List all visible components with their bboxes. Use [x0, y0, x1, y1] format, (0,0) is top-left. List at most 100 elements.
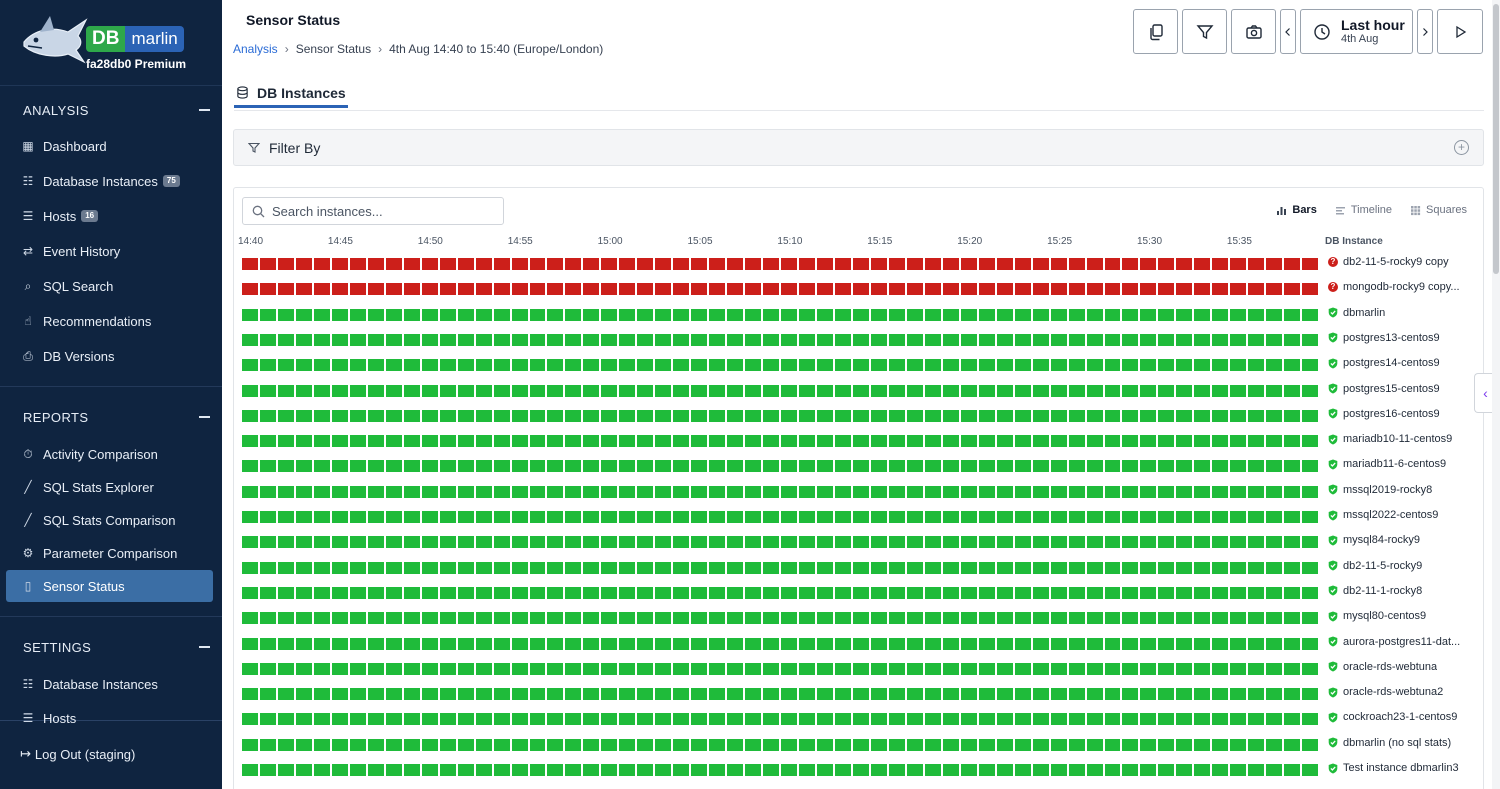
status-cell[interactable]: [277, 333, 294, 346]
status-cell[interactable]: [313, 308, 330, 321]
status-cell[interactable]: [763, 637, 780, 650]
status-cell[interactable]: [403, 713, 420, 726]
status-cell[interactable]: [385, 308, 402, 321]
status-cell[interactable]: [1104, 637, 1121, 650]
status-cell[interactable]: [475, 435, 492, 448]
status-cell[interactable]: [313, 561, 330, 574]
status-cell[interactable]: [457, 561, 474, 574]
status-cell[interactable]: [619, 409, 636, 422]
status-cell[interactable]: [1140, 764, 1157, 776]
status-cell[interactable]: [619, 359, 636, 372]
status-cell[interactable]: [277, 283, 294, 296]
status-cell[interactable]: [475, 612, 492, 625]
status-cell[interactable]: [709, 485, 726, 498]
status-cell[interactable]: [870, 485, 887, 498]
status-cell[interactable]: [870, 333, 887, 346]
status-cell[interactable]: [924, 713, 941, 726]
status-cell[interactable]: [277, 359, 294, 372]
status-cell[interactable]: [834, 662, 851, 675]
status-cell[interactable]: [547, 586, 564, 599]
status-cell[interactable]: [727, 738, 744, 751]
status-cell[interactable]: [1230, 511, 1247, 523]
status-cell[interactable]: [242, 764, 258, 776]
status-cell[interactable]: [1104, 688, 1121, 701]
status-cell[interactable]: [1140, 536, 1157, 549]
status-cell[interactable]: [637, 460, 654, 473]
status-cell[interactable]: [1014, 738, 1031, 751]
status-cell[interactable]: [1266, 688, 1283, 701]
view-bars-button[interactable]: Bars: [1276, 204, 1317, 216]
status-cell[interactable]: [367, 435, 384, 448]
status-cell[interactable]: [906, 738, 923, 751]
status-cell[interactable]: [870, 713, 887, 726]
sidebar-item-analysis-3[interactable]: ⇄ Event History: [6, 235, 213, 267]
status-cell[interactable]: [942, 662, 959, 675]
status-cell[interactable]: [727, 333, 744, 346]
status-cell[interactable]: [978, 688, 995, 701]
status-cell[interactable]: [691, 688, 708, 701]
status-cell[interactable]: [493, 409, 510, 422]
status-cell[interactable]: [493, 435, 510, 448]
status-cell[interactable]: [852, 612, 869, 625]
status-cell[interactable]: [583, 688, 600, 701]
status-cell[interactable]: [331, 637, 348, 650]
status-cell[interactable]: [763, 688, 780, 701]
status-cell[interactable]: [1014, 511, 1031, 523]
status-cell[interactable]: [1140, 511, 1157, 523]
status-cell[interactable]: [942, 384, 959, 397]
status-cell[interactable]: [1212, 536, 1229, 549]
status-cell[interactable]: [924, 586, 941, 599]
status-cell[interactable]: [781, 359, 798, 372]
status-cell[interactable]: [349, 764, 366, 776]
status-cell[interactable]: [331, 435, 348, 448]
status-cell[interactable]: [924, 333, 941, 346]
status-cell[interactable]: [1014, 435, 1031, 448]
status-cell[interactable]: [277, 485, 294, 498]
status-cell[interactable]: [1284, 384, 1301, 397]
status-cell[interactable]: [1158, 764, 1175, 776]
status-cell[interactable]: [367, 764, 384, 776]
status-cell[interactable]: [763, 258, 780, 270]
status-cell[interactable]: [1122, 586, 1139, 599]
status-cell[interactable]: [1266, 586, 1283, 599]
status-cell[interactable]: [1230, 738, 1247, 751]
status-cell[interactable]: [601, 637, 618, 650]
status-cell[interactable]: [601, 561, 618, 574]
status-cell[interactable]: [349, 283, 366, 296]
status-cell[interactable]: [259, 612, 276, 625]
status-cell[interactable]: [493, 308, 510, 321]
status-cell[interactable]: [331, 384, 348, 397]
status-cell[interactable]: [1194, 511, 1211, 523]
status-cell[interactable]: [242, 283, 258, 296]
status-cell[interactable]: [565, 384, 582, 397]
status-cell[interactable]: [727, 713, 744, 726]
status-cell[interactable]: [655, 764, 672, 776]
status-cell[interactable]: [1212, 688, 1229, 701]
status-cell[interactable]: [242, 586, 258, 599]
status-cell[interactable]: [1140, 612, 1157, 625]
status-cell[interactable]: [403, 258, 420, 270]
status-cell[interactable]: [619, 460, 636, 473]
status-cell[interactable]: [960, 283, 977, 296]
status-cell[interactable]: [834, 536, 851, 549]
status-cell[interactable]: [996, 561, 1013, 574]
status-cell[interactable]: [511, 258, 528, 270]
status-cell[interactable]: [673, 536, 690, 549]
status-cell[interactable]: [439, 384, 456, 397]
status-cell[interactable]: [529, 536, 546, 549]
instance-label[interactable]: dbmarlin (no sql stats): [1328, 737, 1478, 749]
status-cell[interactable]: [511, 283, 528, 296]
status-cell[interactable]: [960, 384, 977, 397]
status-cell[interactable]: [1140, 258, 1157, 270]
status-cell[interactable]: [1050, 713, 1067, 726]
status-cell[interactable]: [583, 258, 600, 270]
status-cell[interactable]: [1122, 485, 1139, 498]
status-cell[interactable]: [1230, 283, 1247, 296]
status-cell[interactable]: [295, 485, 312, 498]
status-cell[interactable]: [655, 612, 672, 625]
status-cell[interactable]: [1014, 536, 1031, 549]
status-cell[interactable]: [655, 384, 672, 397]
status-cell[interactable]: [834, 333, 851, 346]
status-cell[interactable]: [906, 283, 923, 296]
status-cell[interactable]: [799, 258, 815, 270]
